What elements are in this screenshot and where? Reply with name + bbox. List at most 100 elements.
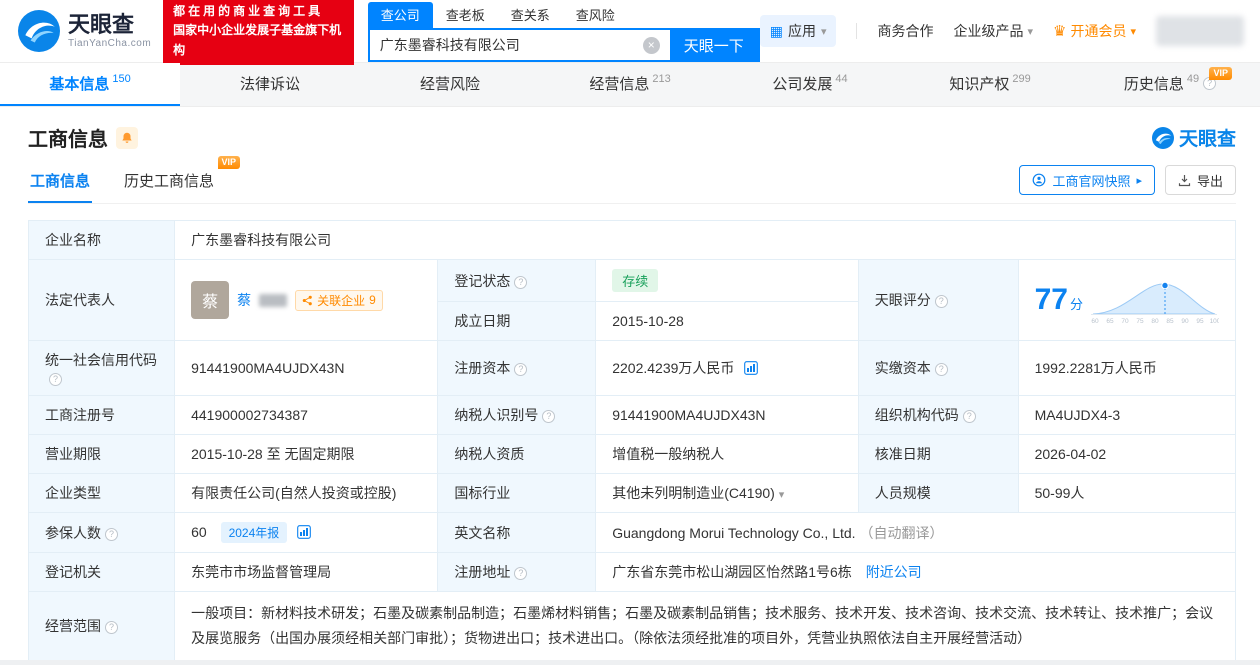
- subtab-row: 工商信息 VIP 历史工商信息 工商官网快照 ▸ 导出: [28, 156, 1236, 204]
- taxpayer-no-label: 纳税人识别号?: [437, 395, 597, 435]
- search-input[interactable]: [369, 37, 643, 53]
- legal-rep-avatar[interactable]: 蔡: [191, 281, 230, 319]
- menu-vip[interactable]: ♛ 开通会员 ▾: [1053, 21, 1136, 41]
- help-icon[interactable]: ?: [542, 410, 556, 423]
- established-value: 2015-10-28: [595, 301, 859, 341]
- tab-intellectual-property[interactable]: 知识产权 299: [900, 63, 1080, 106]
- export-button[interactable]: 导出: [1164, 165, 1236, 195]
- grid-icon: ▦: [769, 22, 783, 39]
- menu-divider: [856, 23, 858, 39]
- capital-chart-icon[interactable]: [744, 361, 759, 375]
- subtab-business-info[interactable]: 工商信息: [28, 164, 93, 203]
- table-row: 登记机关 东莞市市场监督管理局 注册地址? 广东省东莞市松山湖园区怡然路1号6栋…: [27, 552, 1236, 592]
- help-icon[interactable]: ?: [514, 275, 528, 289]
- crown-icon: ♛: [1053, 23, 1067, 40]
- registry-value: 东莞市市场监督管理局: [174, 552, 439, 592]
- tab-label: 法律诉讼: [239, 76, 300, 93]
- tab-basic-info[interactable]: 基本信息 150: [0, 63, 180, 106]
- user-account-blurred[interactable]: [1156, 16, 1244, 46]
- related-companies-badge[interactable]: 关联企业 9: [295, 289, 383, 311]
- industry-label: 国标行业: [437, 473, 597, 513]
- table-row: 参保人数? 60 2024年报 英文名称 Guangdong Morui Tec…: [27, 512, 1236, 553]
- nearby-companies-link[interactable]: 附近公司: [866, 564, 922, 580]
- tab-label: 知识产权: [949, 76, 1010, 93]
- staff-size-value: 50-99人: [1017, 473, 1237, 513]
- table-row: 经营范围? 一般项目：新材料技术研发；石墨及碳素制品制造；石墨烯材料销售；石墨及…: [27, 590, 1236, 662]
- tab-count: 44: [835, 72, 848, 85]
- status-label: 登记状态?: [437, 259, 597, 302]
- help-icon[interactable]: ?: [49, 373, 62, 386]
- subtab-history-business-info[interactable]: VIP 历史工商信息: [122, 156, 241, 203]
- search-tab-risk[interactable]: 查风险: [563, 2, 628, 28]
- cooperation-label: 商务合作: [877, 23, 934, 39]
- arrow-right-icon: ▸: [1136, 174, 1142, 187]
- promo-banner: 都在用的商业查询工具 国家中小企业发展子基金旗下机构: [163, 0, 354, 65]
- search-tab-company[interactable]: 查公司: [367, 2, 433, 28]
- legal-rep-name-link[interactable]: 蔡: [237, 290, 251, 310]
- tab-count: 49: [1186, 72, 1200, 85]
- tab-count: 299: [1012, 72, 1031, 85]
- help-icon[interactable]: ?: [105, 527, 118, 541]
- tianyancha-logo-icon: [18, 10, 60, 52]
- tab-operation-info[interactable]: 经营信息 213: [540, 63, 720, 106]
- related-count: 9: [369, 293, 376, 307]
- taxpayer-no-value: 91441900MA4UJDX43N: [595, 395, 859, 435]
- help-icon[interactable]: ?: [962, 410, 976, 423]
- insured-chart-icon[interactable]: [297, 525, 312, 539]
- address-value: 广东省东莞市松山湖园区怡然路1号6栋 附近公司: [595, 552, 1236, 592]
- enterprise-label: 企业级产品: [953, 23, 1024, 39]
- tianyan-score-value[interactable]: 77 分 60 65 70 75 80 85 90 95 100: [1017, 259, 1237, 341]
- official-snapshot-button[interactable]: 工商官网快照 ▸: [1019, 165, 1155, 195]
- help-icon[interactable]: ?: [934, 295, 948, 308]
- auto-translate-note: （自动翻译）: [859, 524, 944, 541]
- paid-capital-value: 1992.2281万人民币: [1017, 340, 1237, 396]
- chevron-down-icon: ▾: [820, 25, 827, 38]
- apps-menu[interactable]: ▦ 应用 ▾: [759, 15, 837, 47]
- paid-capital-label: 实缴资本?: [857, 340, 1019, 396]
- org-code-value: MA4UJDX4-3: [1017, 395, 1237, 435]
- tab-label: 经营风险: [419, 76, 480, 93]
- insured-value: 60 2024年报: [174, 512, 439, 553]
- search-tab-boss[interactable]: 查老板: [433, 2, 498, 28]
- clear-search-icon[interactable]: ×: [642, 36, 660, 54]
- chevron-down-icon: ▾: [1130, 25, 1136, 38]
- tab-company-development[interactable]: 公司发展 44: [720, 63, 900, 106]
- top-header: 天眼查 TianYanCha.com 都在用的商业查询工具 国家中小企业发展子基…: [0, 0, 1260, 65]
- help-icon[interactable]: ?: [934, 363, 948, 376]
- snapshot-label: 工商官网快照: [1052, 173, 1131, 189]
- tab-operation-risk[interactable]: 经营风险: [360, 63, 540, 106]
- staff-size-label: 人员规模: [857, 473, 1019, 513]
- header-actions: 工商官网快照 ▸ 导出: [1019, 165, 1236, 203]
- help-icon[interactable]: ?: [514, 363, 528, 376]
- chevron-down-icon[interactable]: ▾: [779, 489, 785, 501]
- table-row: 法定代表人 蔡 蔡 关联企业 9 登记状态 ? 存续 天眼评分 ? 77 分 6…: [27, 259, 1237, 341]
- help-icon[interactable]: ?: [105, 621, 118, 635]
- tab-legal[interactable]: 法律诉讼: [180, 63, 360, 106]
- search-box: × 天眼一下: [367, 28, 760, 62]
- brand-name: 天眼查: [1178, 129, 1236, 150]
- subtab-label: 工商信息: [30, 173, 91, 190]
- business-info-table: 企业名称 广东墨睿科技有限公司 法定代表人 蔡 蔡 关联企业 9 登记状态 ? …: [27, 220, 1237, 662]
- search-tab-relation[interactable]: 查关系: [498, 2, 563, 28]
- svg-text:95: 95: [1196, 318, 1204, 325]
- logo-domain: TianYanCha.com: [68, 37, 152, 49]
- tianyancha-logo[interactable]: 天眼查 TianYanCha.com: [18, 10, 151, 52]
- status-badge: 存续: [612, 269, 659, 292]
- annual-report-badge[interactable]: 2024年报: [220, 522, 288, 543]
- menu-enterprise[interactable]: 企业级产品 ▾: [953, 21, 1033, 41]
- search-submit-button[interactable]: 天眼一下: [669, 30, 758, 60]
- help-icon[interactable]: ?: [514, 567, 528, 580]
- tab-label: 公司发展: [772, 76, 833, 93]
- term-value: 2015-10-28 至 无固定期限: [174, 434, 439, 474]
- svg-text:80: 80: [1151, 318, 1159, 325]
- score-unit: 分: [1069, 297, 1083, 312]
- svg-text:65: 65: [1106, 318, 1114, 325]
- svg-text:85: 85: [1166, 318, 1174, 325]
- tab-label: 基本信息: [49, 76, 110, 93]
- menu-cooperation[interactable]: 商务合作: [877, 21, 933, 41]
- alert-bell-icon[interactable]: [116, 126, 138, 149]
- score-distribution-chart: 60 65 70 75 80 85 90 95 100: [1091, 281, 1219, 325]
- company-type-label: 企业类型: [27, 473, 176, 513]
- tab-history-info[interactable]: VIP 历史信息 49 ?: [1080, 63, 1260, 106]
- svg-text:60: 60: [1091, 318, 1099, 325]
